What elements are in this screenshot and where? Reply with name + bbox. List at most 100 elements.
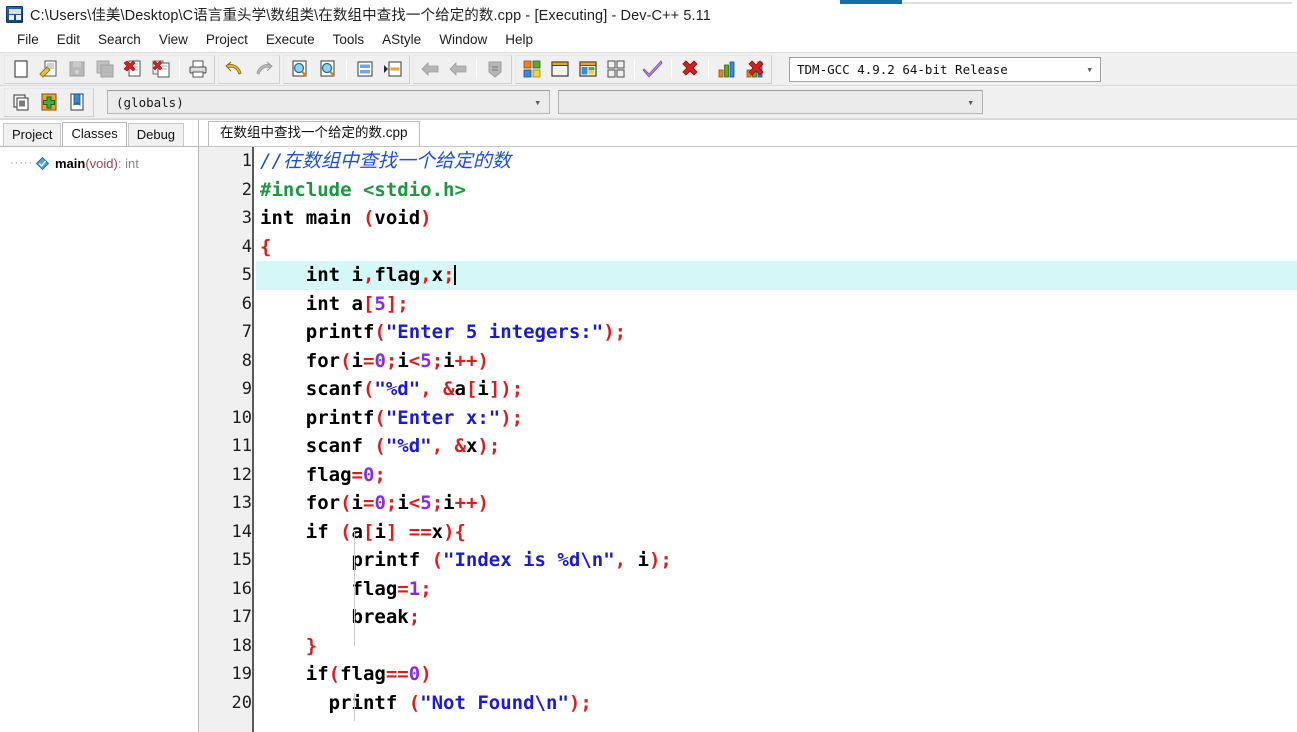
code-line[interactable]: #include <stdio.h> xyxy=(256,176,1297,205)
code-line[interactable]: int main (void) xyxy=(256,204,1297,233)
insert-snippet-button[interactable] xyxy=(7,90,35,115)
toolbar-area: TDM-GCC 4.9.2 64-bit Release ▾ (globals)… xyxy=(0,52,1297,119)
code-line[interactable]: break; xyxy=(256,603,1297,632)
menu-project[interactable]: Project xyxy=(197,30,257,49)
toolbar-group-search xyxy=(283,54,410,84)
code-editor[interactable]: 1234−567891011121314−151617181920 //在数组中… xyxy=(199,146,1297,732)
code-line[interactable]: if (a[i] ==x){ xyxy=(256,518,1297,547)
gutter-line-number: 14− xyxy=(199,518,266,547)
code-token-kw: printf xyxy=(260,406,375,429)
close-all-button[interactable] xyxy=(147,57,175,82)
code-line[interactable]: printf("Enter 5 integers:"); xyxy=(256,318,1297,347)
code-text-area[interactable]: //在数组中查找一个给定的数 #include <stdio.h> int main… xyxy=(254,147,1297,732)
code-token-pun: = xyxy=(362,492,375,514)
save-icon xyxy=(69,61,85,77)
code-token-pun: ) xyxy=(420,663,432,685)
code-line[interactable]: scanf ("%d", &x); xyxy=(256,432,1297,461)
print-button[interactable] xyxy=(184,57,212,82)
code-line[interactable]: flag=0; xyxy=(256,461,1297,490)
toolbar-row-main: TDM-GCC 4.9.2 64-bit Release ▾ xyxy=(0,53,1297,86)
undo-button[interactable] xyxy=(221,57,249,82)
code-line[interactable]: printf ("Index is %d\n", i); xyxy=(256,546,1297,575)
unit-info-button[interactable] xyxy=(481,57,509,82)
open-file-button[interactable] xyxy=(35,57,63,82)
code-line[interactable]: //在数组中查找一个给定的数 xyxy=(256,147,1297,176)
code-line[interactable]: for(i=0;i<5;i++) xyxy=(256,489,1297,518)
menu-execute[interactable]: Execute xyxy=(257,30,324,49)
symbol-select[interactable]: ▾ xyxy=(558,90,983,114)
save-button[interactable] xyxy=(63,57,91,82)
close-file-button[interactable] xyxy=(119,57,147,82)
purple-check-icon xyxy=(642,60,663,78)
menu-help[interactable]: Help xyxy=(496,30,542,49)
code-token-pun: ; xyxy=(431,492,444,514)
code-line[interactable]: scanf("%d", &a[i]); xyxy=(256,375,1297,404)
code-token-num: 0 xyxy=(362,463,375,486)
tab-debug[interactable]: Debug xyxy=(127,123,185,146)
forward-arrow-icon xyxy=(449,62,467,76)
code-token-pun: ( xyxy=(408,691,421,714)
toggle-bookmark-button[interactable] xyxy=(63,90,91,115)
menu-view[interactable]: View xyxy=(150,30,197,49)
indent-guide xyxy=(354,531,355,646)
compile-button[interactable] xyxy=(518,57,546,82)
code-line[interactable]: int i,flag,x; xyxy=(256,261,1297,290)
code-line[interactable]: { xyxy=(256,233,1297,262)
profile-button[interactable] xyxy=(713,57,741,82)
code-line[interactable]: } xyxy=(256,632,1297,661)
menu-window[interactable]: Window xyxy=(430,30,496,49)
forward-button[interactable] xyxy=(444,57,472,82)
code-line[interactable]: if(flag==0) xyxy=(256,660,1297,689)
run-button[interactable] xyxy=(546,57,574,82)
code-token-kw: for xyxy=(260,492,341,514)
save-all-button[interactable] xyxy=(91,57,119,82)
goto-line-button[interactable] xyxy=(351,57,379,82)
redo-button[interactable] xyxy=(249,57,277,82)
find-button[interactable] xyxy=(286,57,314,82)
tab-project[interactable]: Project xyxy=(3,123,62,146)
code-token-kw: int main xyxy=(260,207,363,229)
code-token-pun: ( xyxy=(374,321,386,343)
menu-bar: File Edit Search View Project Execute To… xyxy=(0,28,1297,52)
toolbar-separator xyxy=(476,59,477,79)
compile-run-button[interactable] xyxy=(574,57,602,82)
tab-classes[interactable]: Classes xyxy=(62,122,127,146)
menu-astyle[interactable]: AStyle xyxy=(373,30,430,49)
scope-select[interactable]: (globals) ▾ xyxy=(107,90,550,114)
devcpp-window: C:\Users\佳美\Desktop\C语言重头学\数组类\在数组中查找一个给… xyxy=(0,0,1297,732)
back-button[interactable] xyxy=(416,57,444,82)
gutter-line-number: 10 xyxy=(199,403,261,432)
chevron-down-icon: ▾ xyxy=(1086,62,1093,76)
code-line[interactable]: int a[5]; xyxy=(256,290,1297,319)
tree-item-main-function[interactable]: ····· main (void) : int xyxy=(0,153,198,173)
menu-file[interactable]: File xyxy=(8,30,48,49)
find-next-button[interactable] xyxy=(314,57,342,82)
code-line[interactable]: printf ("Not Found\n"); xyxy=(256,689,1297,718)
unit-info-icon xyxy=(488,61,502,78)
code-line[interactable]: printf("Enter x:"); xyxy=(256,404,1297,433)
code-token-str: "Index is %d\n" xyxy=(443,549,615,571)
delete-profile-button[interactable] xyxy=(741,57,769,82)
code-line[interactable]: for(i=0;i<5;i++) xyxy=(256,347,1297,376)
code-token-kw: x xyxy=(431,264,444,286)
rebuild-all-button[interactable] xyxy=(602,57,630,82)
compiler-select[interactable]: TDM-GCC 4.9.2 64-bit Release ▾ xyxy=(789,56,1101,82)
editor-tab-active-file[interactable]: 在数组中查找一个给定的数.cpp xyxy=(208,121,420,146)
new-file-button[interactable] xyxy=(7,57,35,82)
rebuild-all-icon xyxy=(607,60,625,78)
menu-edit[interactable]: Edit xyxy=(48,30,89,49)
toolbar-separator xyxy=(671,59,672,79)
code-line[interactable]: flag=1; xyxy=(256,575,1297,604)
menu-search[interactable]: Search xyxy=(89,30,150,49)
gutter-line-number: 15 xyxy=(199,546,261,575)
add-to-project-button[interactable] xyxy=(35,90,63,115)
code-token-pun: ) xyxy=(420,207,432,229)
goto-function-button[interactable] xyxy=(379,57,407,82)
code-token-pun: ); xyxy=(500,406,524,429)
syntax-check-button[interactable] xyxy=(639,57,667,82)
stop-execution-button[interactable] xyxy=(676,57,704,82)
run-window-icon xyxy=(551,61,569,77)
menu-tools[interactable]: Tools xyxy=(324,30,374,49)
editor-tab-bar: 在数组中查找一个给定的数.cpp xyxy=(199,120,1297,146)
code-token-pun: } xyxy=(260,634,318,657)
